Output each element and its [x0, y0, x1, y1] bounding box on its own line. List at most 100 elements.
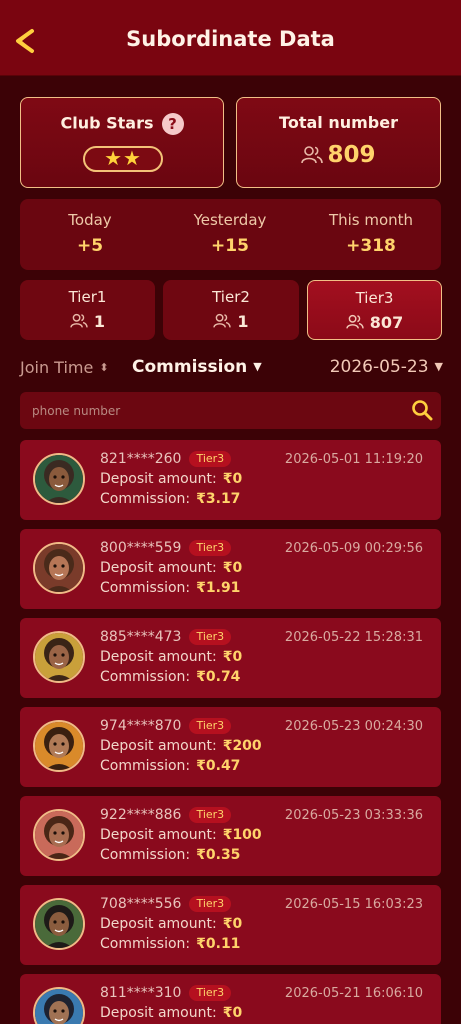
help-icon[interactable]: ? [161, 113, 184, 135]
avatar [33, 542, 85, 594]
period-value: +5 [76, 236, 104, 256]
avatar [33, 898, 85, 950]
period-label: This month [328, 211, 414, 229]
join-timestamp: 2026-05-23 03:33:36 [284, 808, 423, 823]
list-item[interactable]: 708****556 Tier3 2026-05-15 16:03:23 Deposi… [20, 885, 441, 965]
join-timestamp: 2026-05-15 16:03:23 [284, 897, 423, 912]
list-item[interactable]: 974****870 Tier3 2026-05-23 00:24:30 Deposi… [20, 707, 441, 787]
club-stars-card: Club Stars? ★★ [20, 97, 224, 188]
tab-tier1[interactable]: Tier1 1 [20, 280, 155, 340]
users-icon [346, 314, 364, 329]
club-stars-label: Club Stars [60, 113, 154, 133]
commission-dropdown[interactable]: Commission ▼ [132, 357, 262, 377]
list-item[interactable]: 821****260 Tier3 2026-05-01 11:19:20 Deposi… [20, 440, 441, 520]
tier-label: Tier3 [355, 289, 394, 307]
commission-label: Commission: [100, 847, 191, 863]
total-number-card: Total number 809 [236, 97, 441, 188]
period-value: +15 [211, 236, 249, 256]
sort-icon: ⬍ [99, 361, 109, 374]
avatar [33, 453, 85, 505]
tier-count: 807 [369, 313, 404, 332]
tier-badge: Tier3 [189, 718, 232, 734]
list-item[interactable]: 922****886 Tier3 2026-05-23 03:33:36 Deposi… [20, 796, 441, 876]
deposit-label: Deposit amount: [100, 649, 217, 665]
deposit-amount: ₹200 [222, 738, 262, 754]
phone-number: 821****260 [100, 451, 182, 467]
deposit-amount: ₹0 [222, 916, 243, 932]
commission-amount: ₹0.47 [196, 758, 241, 774]
deposit-amount: ₹0 [222, 471, 243, 487]
period-value: +318 [346, 236, 396, 256]
top-bar: Subordinate Data [0, 0, 461, 76]
users-icon [301, 146, 324, 164]
join-timestamp: 2026-05-21 16:06:10 [284, 986, 423, 1001]
deposit-label: Deposit amount: [100, 1005, 217, 1021]
commission-label: Commission: [100, 491, 191, 507]
search-bar [20, 392, 441, 429]
join-timestamp: 2026-05-01 11:19:20 [284, 452, 423, 467]
commission-label: Commission: [100, 936, 191, 952]
deposit-amount: ₹0 [222, 560, 243, 576]
tier-badge: Tier3 [189, 985, 232, 1001]
commission-amount: ₹0.11 [196, 936, 241, 952]
commission-amount: ₹1.91 [196, 580, 241, 596]
period-yesterday: Yesterday +15 [160, 199, 300, 269]
chevron-down-icon: ▼ [253, 360, 262, 373]
users-icon [213, 313, 232, 328]
join-timestamp: 2026-05-23 00:24:30 [284, 719, 423, 734]
phone-number: 811****310 [100, 985, 182, 1001]
phone-number: 885****473 [100, 629, 182, 645]
deposit-label: Deposit amount: [100, 738, 217, 754]
page-title: Subordinate Data [126, 27, 335, 51]
tier-badge: Tier3 [189, 451, 232, 467]
tier-badge: Tier3 [189, 629, 232, 645]
commission-label: Commission: [100, 758, 191, 774]
list-item[interactable]: 811****310 Tier3 2026-05-21 16:06:10 Deposi… [20, 974, 441, 1024]
deposit-label: Deposit amount: [100, 827, 217, 843]
date-label: 2026-05-23 [329, 357, 429, 377]
tab-tier3[interactable]: Tier3 807 [307, 280, 442, 340]
avatar [33, 631, 85, 683]
avatar [33, 809, 85, 861]
phone-search-input[interactable] [32, 401, 392, 421]
phone-number: 800****559 [100, 540, 182, 556]
total-number-value: 809 [327, 142, 376, 168]
deposit-amount: ₹0 [222, 649, 243, 665]
tier-badge: Tier3 [189, 807, 232, 823]
join-timestamp: 2026-05-22 15:28:31 [284, 630, 423, 645]
list-item[interactable]: 885****473 Tier3 2026-05-22 15:28:31 Deposi… [20, 618, 441, 698]
filter-row: Join Time ⬍ Commission ▼ 2026-05-23 ▼ [0, 356, 461, 382]
avatar [33, 987, 85, 1024]
date-picker[interactable]: 2026-05-23 ▼ [330, 357, 443, 377]
tier-label: Tier2 [212, 288, 250, 306]
commission-amount: ₹3.17 [196, 491, 241, 507]
deposit-label: Deposit amount: [100, 471, 217, 487]
list-item[interactable]: 800****559 Tier3 2026-05-09 00:29:56 Deposi… [20, 529, 441, 609]
join-time-label: Join Time [20, 358, 94, 377]
users-icon [70, 313, 88, 328]
phone-number: 708****556 [100, 896, 182, 912]
period-label: Yesterday [193, 211, 267, 229]
search-icon[interactable] [411, 399, 433, 421]
tier-badge: Tier3 [189, 540, 232, 556]
commission-label: Commission: [100, 669, 191, 685]
commission-label: Commission [132, 357, 248, 377]
join-timestamp: 2026-05-09 00:29:56 [284, 541, 423, 556]
commission-amount: ₹0.74 [196, 669, 241, 685]
period-stats: Today +5 Yesterday +15 This month +318 [20, 199, 441, 270]
deposit-amount: ₹100 [222, 827, 262, 843]
join-time-sort[interactable]: Join Time ⬍ [20, 358, 109, 377]
period-today: Today +5 [20, 199, 160, 269]
tier-count: 1 [93, 312, 106, 331]
commission-amount: ₹0.35 [196, 847, 241, 863]
tab-tier2[interactable]: Tier2 1 [163, 280, 299, 340]
tier-count: 1 [237, 312, 249, 331]
deposit-label: Deposit amount: [100, 916, 217, 932]
total-number-label: Total number [279, 113, 398, 132]
chevron-down-icon: ▼ [434, 360, 443, 373]
stars-badge: ★★ [83, 146, 163, 172]
tier-label: Tier1 [68, 288, 107, 306]
deposit-label: Deposit amount: [100, 560, 217, 576]
period-label: Today [68, 211, 112, 229]
avatar [33, 720, 85, 772]
